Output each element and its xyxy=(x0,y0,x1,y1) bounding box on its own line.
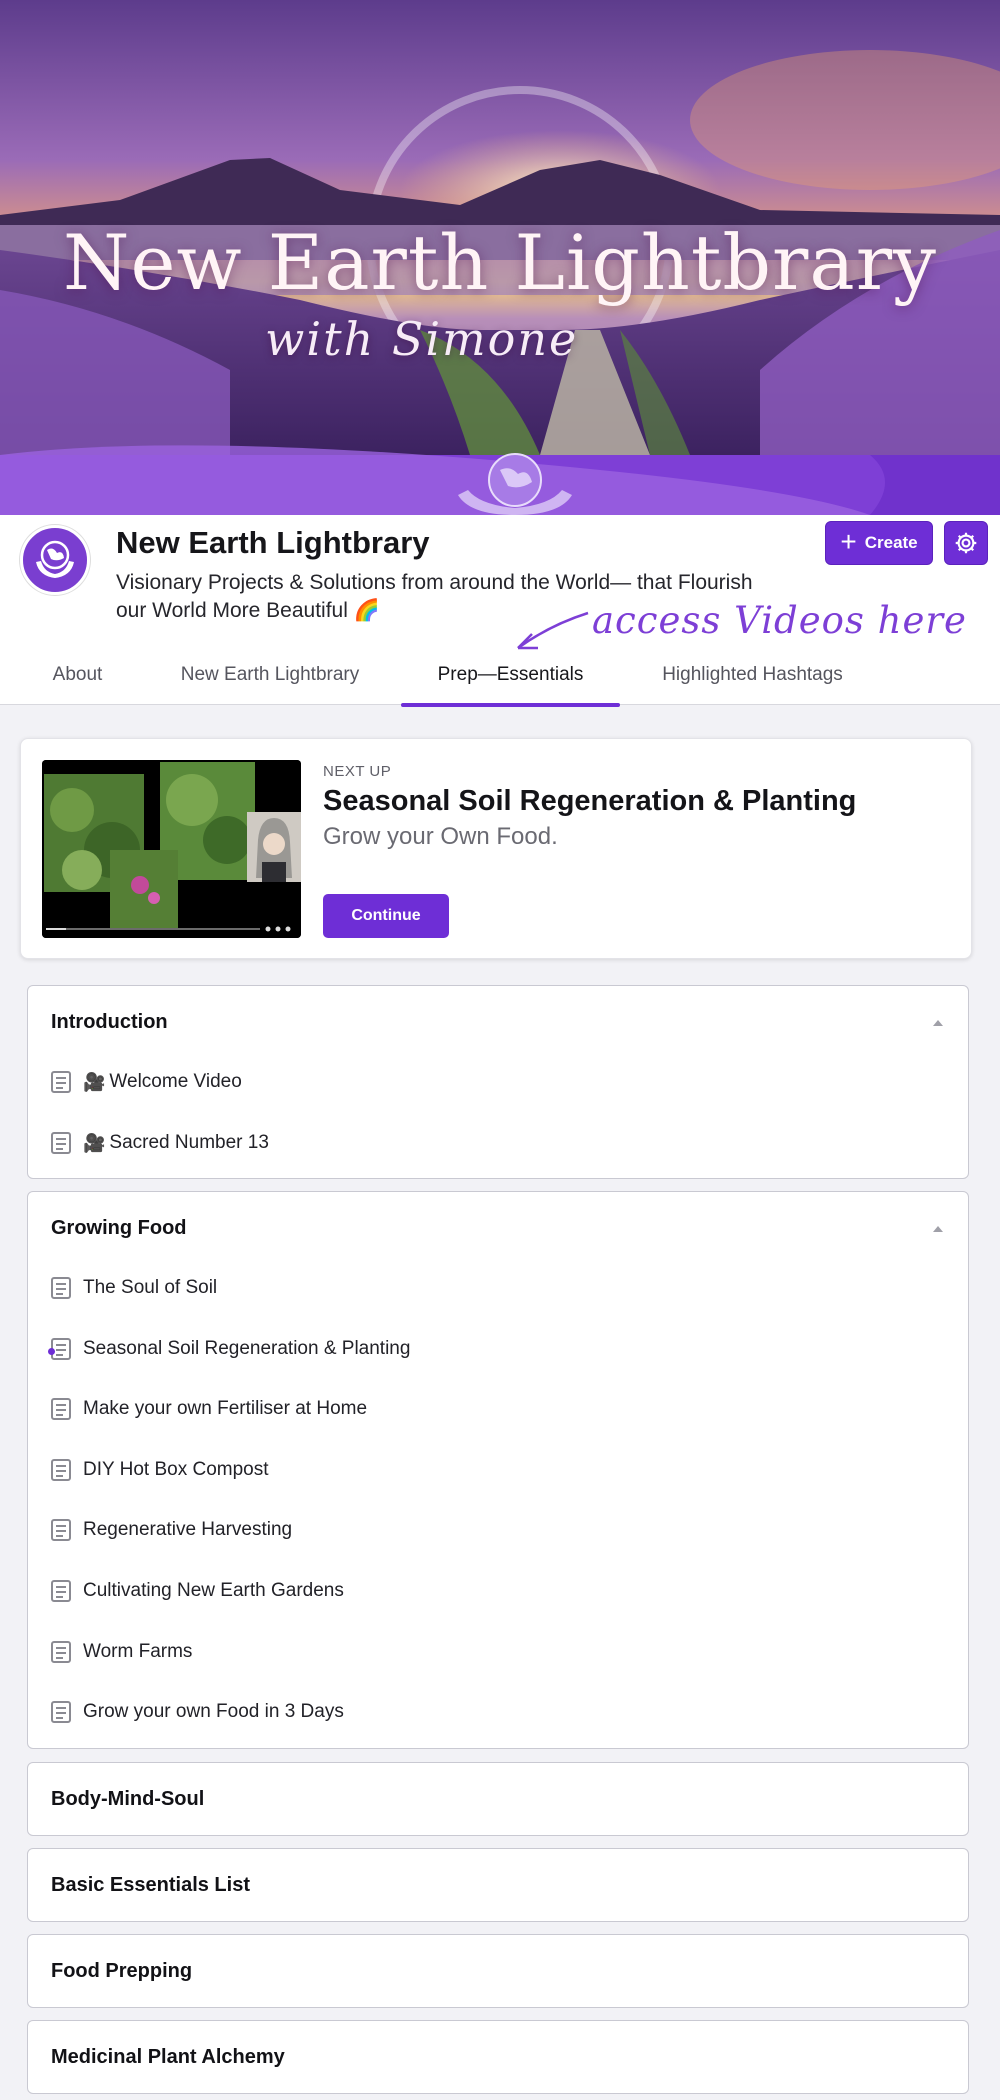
section-title: Basic Essentials List xyxy=(51,1874,250,1896)
section-body-mind-soul[interactable]: Body-Mind-Soul xyxy=(27,1762,969,1836)
group-header: New Earth Lightbrary Visionary Projects … xyxy=(0,515,1000,707)
lesson-item[interactable]: Grow your own Food in 3 Days xyxy=(51,1697,344,1727)
create-label: Create xyxy=(864,533,918,552)
section-growing-food: Growing Food The Soul of Soil Seasonal S… xyxy=(27,1191,969,1749)
current-lesson-dot xyxy=(48,1348,55,1355)
document-icon xyxy=(51,1398,71,1420)
document-icon xyxy=(51,1277,71,1299)
banner-title: New Earth Lightbrary xyxy=(63,218,937,307)
section-title[interactable]: Introduction xyxy=(51,1011,168,1034)
section-title: Food Prepping xyxy=(51,1960,193,1982)
tab-prep-essentials[interactable]: Prep—Essentials xyxy=(401,650,620,705)
settings-button[interactable] xyxy=(944,521,988,565)
group-name: New Earth Lightbrary xyxy=(116,525,430,560)
lesson-video-thumbnail[interactable] xyxy=(42,760,301,938)
lesson-title: Worm Farms xyxy=(83,1641,193,1662)
lesson-item[interactable]: 🎥 Sacred Number 13 xyxy=(51,1128,269,1158)
video-camera-icon: 🎥 xyxy=(83,1132,106,1153)
document-icon xyxy=(51,1580,71,1602)
tab-about[interactable]: About xyxy=(30,650,125,705)
lesson-title: Welcome Video xyxy=(109,1071,242,1092)
lesson-item[interactable]: Cultivating New Earth Gardens xyxy=(51,1576,344,1606)
document-icon xyxy=(51,1459,71,1481)
lesson-item[interactable]: Worm Farms xyxy=(51,1637,192,1667)
plus-icon: + xyxy=(840,525,857,557)
lesson-item-current[interactable]: Seasonal Soil Regeneration & Planting xyxy=(48,1334,411,1364)
continue-button[interactable]: Continue xyxy=(323,894,449,938)
active-tab-indicator xyxy=(401,703,620,707)
section-basic-essentials-list[interactable]: Basic Essentials List xyxy=(27,1848,969,1922)
next-lesson-title[interactable]: Seasonal Soil Regeneration & Planting xyxy=(323,785,856,818)
document-icon xyxy=(48,1338,71,1360)
next-up-label: NEXT UP xyxy=(323,763,392,780)
section-title[interactable]: Growing Food xyxy=(51,1217,187,1240)
lesson-title: Regenerative Harvesting xyxy=(83,1519,293,1540)
lesson-title: Seasonal Soil Regeneration & Planting xyxy=(83,1338,411,1359)
document-icon xyxy=(51,1641,71,1663)
lesson-item[interactable]: 🎥 Welcome Video xyxy=(51,1067,242,1097)
lesson-title: Make your own Fertiliser at Home xyxy=(83,1398,368,1419)
lesson-title: Grow your own Food in 3 Days xyxy=(83,1701,344,1722)
section-title: Body-Mind-Soul xyxy=(51,1788,205,1810)
section-introduction: Introduction 🎥 Welcome Video 🎥 Sacred Nu… xyxy=(27,985,969,1179)
next-lesson-subtitle: Grow your Own Food. xyxy=(323,823,558,850)
lesson-title: Sacred Number 13 xyxy=(109,1132,269,1153)
banner-subtitle: with Simone xyxy=(265,312,579,366)
section-medicinal-plant-alchemy[interactable]: Medicinal Plant Alchemy xyxy=(27,2020,969,2094)
lesson-item[interactable]: Regenerative Harvesting xyxy=(51,1515,292,1545)
document-icon xyxy=(51,1519,71,1541)
arrow-annotation-icon xyxy=(517,611,589,650)
group-avatar[interactable] xyxy=(20,525,90,595)
video-camera-icon: 🎥 xyxy=(83,1071,106,1092)
tab-highlighted-hashtags[interactable]: Highlighted Hashtags xyxy=(640,650,865,705)
group-tabs: About New Earth Lightbrary Prep—Essentia… xyxy=(0,650,1000,705)
document-icon xyxy=(51,1701,71,1723)
gear-icon xyxy=(955,532,977,554)
document-icon xyxy=(51,1071,71,1093)
lesson-item[interactable]: The Soul of Soil xyxy=(51,1273,217,1303)
document-icon xyxy=(51,1132,71,1154)
cover-banner: New Earth Lightbrary with Simone xyxy=(0,0,1000,515)
collapse-caret-icon[interactable] xyxy=(933,1020,943,1026)
collapse-caret-icon[interactable] xyxy=(933,1226,943,1232)
section-food-prepping[interactable]: Food Prepping xyxy=(27,1934,969,2008)
lesson-title: The Soul of Soil xyxy=(83,1277,218,1298)
lesson-title: Cultivating New Earth Gardens xyxy=(83,1580,344,1601)
lesson-item[interactable]: DIY Hot Box Compost xyxy=(51,1455,269,1485)
next-up-card: NEXT UP Seasonal Soil Regeneration & Pla… xyxy=(20,738,972,959)
tab-new-earth-lightbrary[interactable]: New Earth Lightbrary xyxy=(155,650,385,705)
handwritten-annotation: access Videos here xyxy=(592,599,967,642)
create-button[interactable]: + Create xyxy=(825,521,933,565)
lesson-item[interactable]: Make your own Fertiliser at Home xyxy=(51,1394,367,1424)
lesson-title: DIY Hot Box Compost xyxy=(83,1459,269,1480)
section-title: Medicinal Plant Alchemy xyxy=(51,2046,285,2068)
